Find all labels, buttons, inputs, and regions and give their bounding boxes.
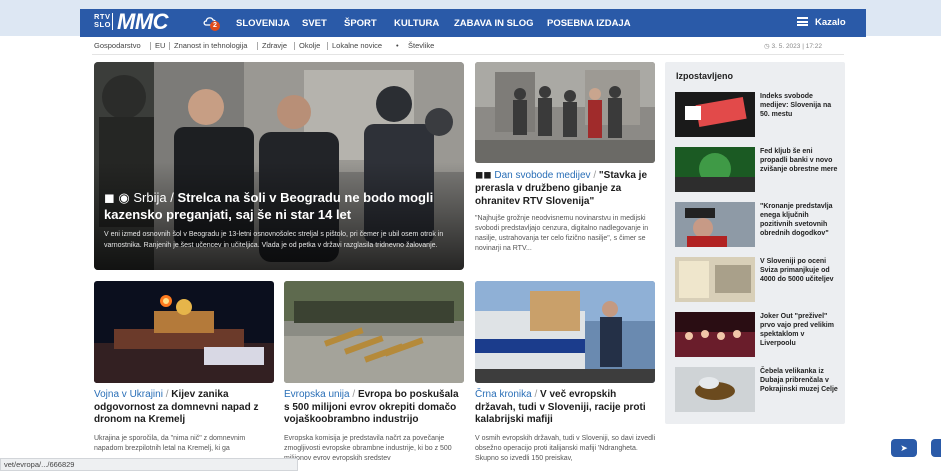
sidebar-item-coronation[interactable]: "Kronanje predstavlja enega ključnih poz… [760,202,838,238]
sidebar-thumb-joker-out[interactable] [675,312,755,357]
title-separator: / [170,190,178,205]
card-title-ukraine[interactable]: Vojna v Ukrajini / Kijev zanika odgovorn… [94,389,276,427]
sidebar-item-teachers[interactable]: V Sloveniji po oceni Sviza primanjkuje o… [760,257,838,284]
camera-icon: ◉ [118,190,130,205]
menu-label[interactable]: Kazalo [815,17,846,28]
subnav-divider [257,42,258,50]
kremlin-image[interactable] [94,281,274,383]
sidebar-thumb-media-index[interactable] [675,92,755,137]
card-category-eu[interactable]: Evropska unija [284,389,350,400]
nav-svet[interactable]: SVET [302,18,327,29]
ammunition-image[interactable] [284,281,464,383]
card-title-crime[interactable]: Črna kronika / V več evropskih državah, … [475,389,657,427]
subnav-bullet: • [396,41,399,50]
logo-divider [112,13,113,30]
press-article-category[interactable]: Dan svobode medijev [494,170,590,181]
hero-lead: V eni izmed osnovnih šol v Beogradu je 1… [104,231,444,249]
sidebar-heading: Izpostavljeno [676,71,734,81]
nav-sport[interactable]: ŠPORT [344,18,377,29]
subnav-stevlike[interactable]: Števlike [408,41,434,50]
sidebar-item-media-index[interactable]: Indeks svobode medijev: Slovenija na 50.… [760,92,838,119]
press-article-lead: "Najhujše grožnje neodvisnemu novinarstv… [475,215,649,252]
sidebar-item-fed[interactable]: Fed kljub še eni propadli banki v novo z… [760,147,838,174]
floating-action-button[interactable] [931,439,941,457]
video-icon: ◼◼ [475,170,495,181]
title-separator: / [349,389,358,400]
hero-title[interactable]: ◼ ◉ Srbija / Strelca na šoli v Beogradu … [104,189,456,223]
subnav-divider [169,42,170,50]
subnav-okolje[interactable]: Okolje [299,41,320,50]
subnav-znanost[interactable]: Znanost in tehnologija [174,41,247,50]
sidebar-thumb-coronation[interactable] [675,202,755,247]
sidebar-thumb-fed[interactable] [675,147,755,192]
subnav-lokalne-novice[interactable]: Lokalne novice [332,41,382,50]
card-lead-eu: Evropska komisija je predstavila načrt z… [284,435,452,462]
subnav-divider [294,42,295,50]
title-separator: / [162,389,172,400]
menu-icon[interactable] [797,17,808,26]
sidebar-item-joker-out[interactable]: Joker Out "preživel" prvo vajo pred veli… [760,312,838,348]
sidebar-thumb-teachers[interactable] [675,257,755,302]
hero-category[interactable]: Srbija [133,190,166,205]
subnav-zdravje[interactable]: Zdravje [262,41,287,50]
sidebar-item-bee[interactable]: Čebela velikanka iz Dubaja pribrenčala v… [760,367,838,394]
press-article-title[interactable]: ◼◼ Dan svobode medijev / "Stavka je prer… [475,169,655,208]
date-time: ◷ 3. 5. 2023 | 17:22 [764,42,822,50]
logo-slo-text: SLO [94,20,111,29]
send-icon[interactable]: ➤ [891,439,917,457]
subnav-gospodarstvo[interactable]: Gospodarstvo [94,41,141,50]
nav-posebna-izdaja[interactable]: POSEBNA IZDAJA [547,18,631,29]
sidebar-thumb-bee[interactable] [675,367,755,412]
police-raid-image[interactable] [475,281,655,383]
title-separator: / [531,389,541,400]
subnav-divider [150,42,151,50]
card-category-crime[interactable]: Črna kronika [475,389,532,400]
subnav-eu[interactable]: EU [155,41,165,50]
status-bar-url: vet/evropa/.../666829 [0,458,298,471]
card-category-ukraine[interactable]: Vojna v Ukrajini [94,389,163,400]
video-icon: ◼ [104,190,115,205]
subnav-divider [327,42,328,50]
header-divider [92,54,844,55]
nav-zabava-in-slog[interactable]: ZABAVA IN SLOG [454,18,534,29]
card-lead-ukraine: Ukrajina je sporočila, da "nima nič" z d… [94,435,246,452]
press-article-image[interactable] [475,62,655,163]
weather-badge: 2 [210,21,220,31]
nav-kultura[interactable]: KULTURA [394,18,439,29]
mmc-logo[interactable]: MMC [117,9,169,35]
date-time-text: 3. 5. 2023 | 17:22 [771,43,822,50]
rtv-slo-logo[interactable]: RTV SLO [94,13,111,29]
nav-slovenija[interactable]: SLOVENIJA [236,18,290,29]
card-lead-crime: V osmih evropskih državah, tudi v Sloven… [475,435,656,462]
card-title-eu[interactable]: Evropska unija / Evropa bo poskušala s 5… [284,389,466,427]
